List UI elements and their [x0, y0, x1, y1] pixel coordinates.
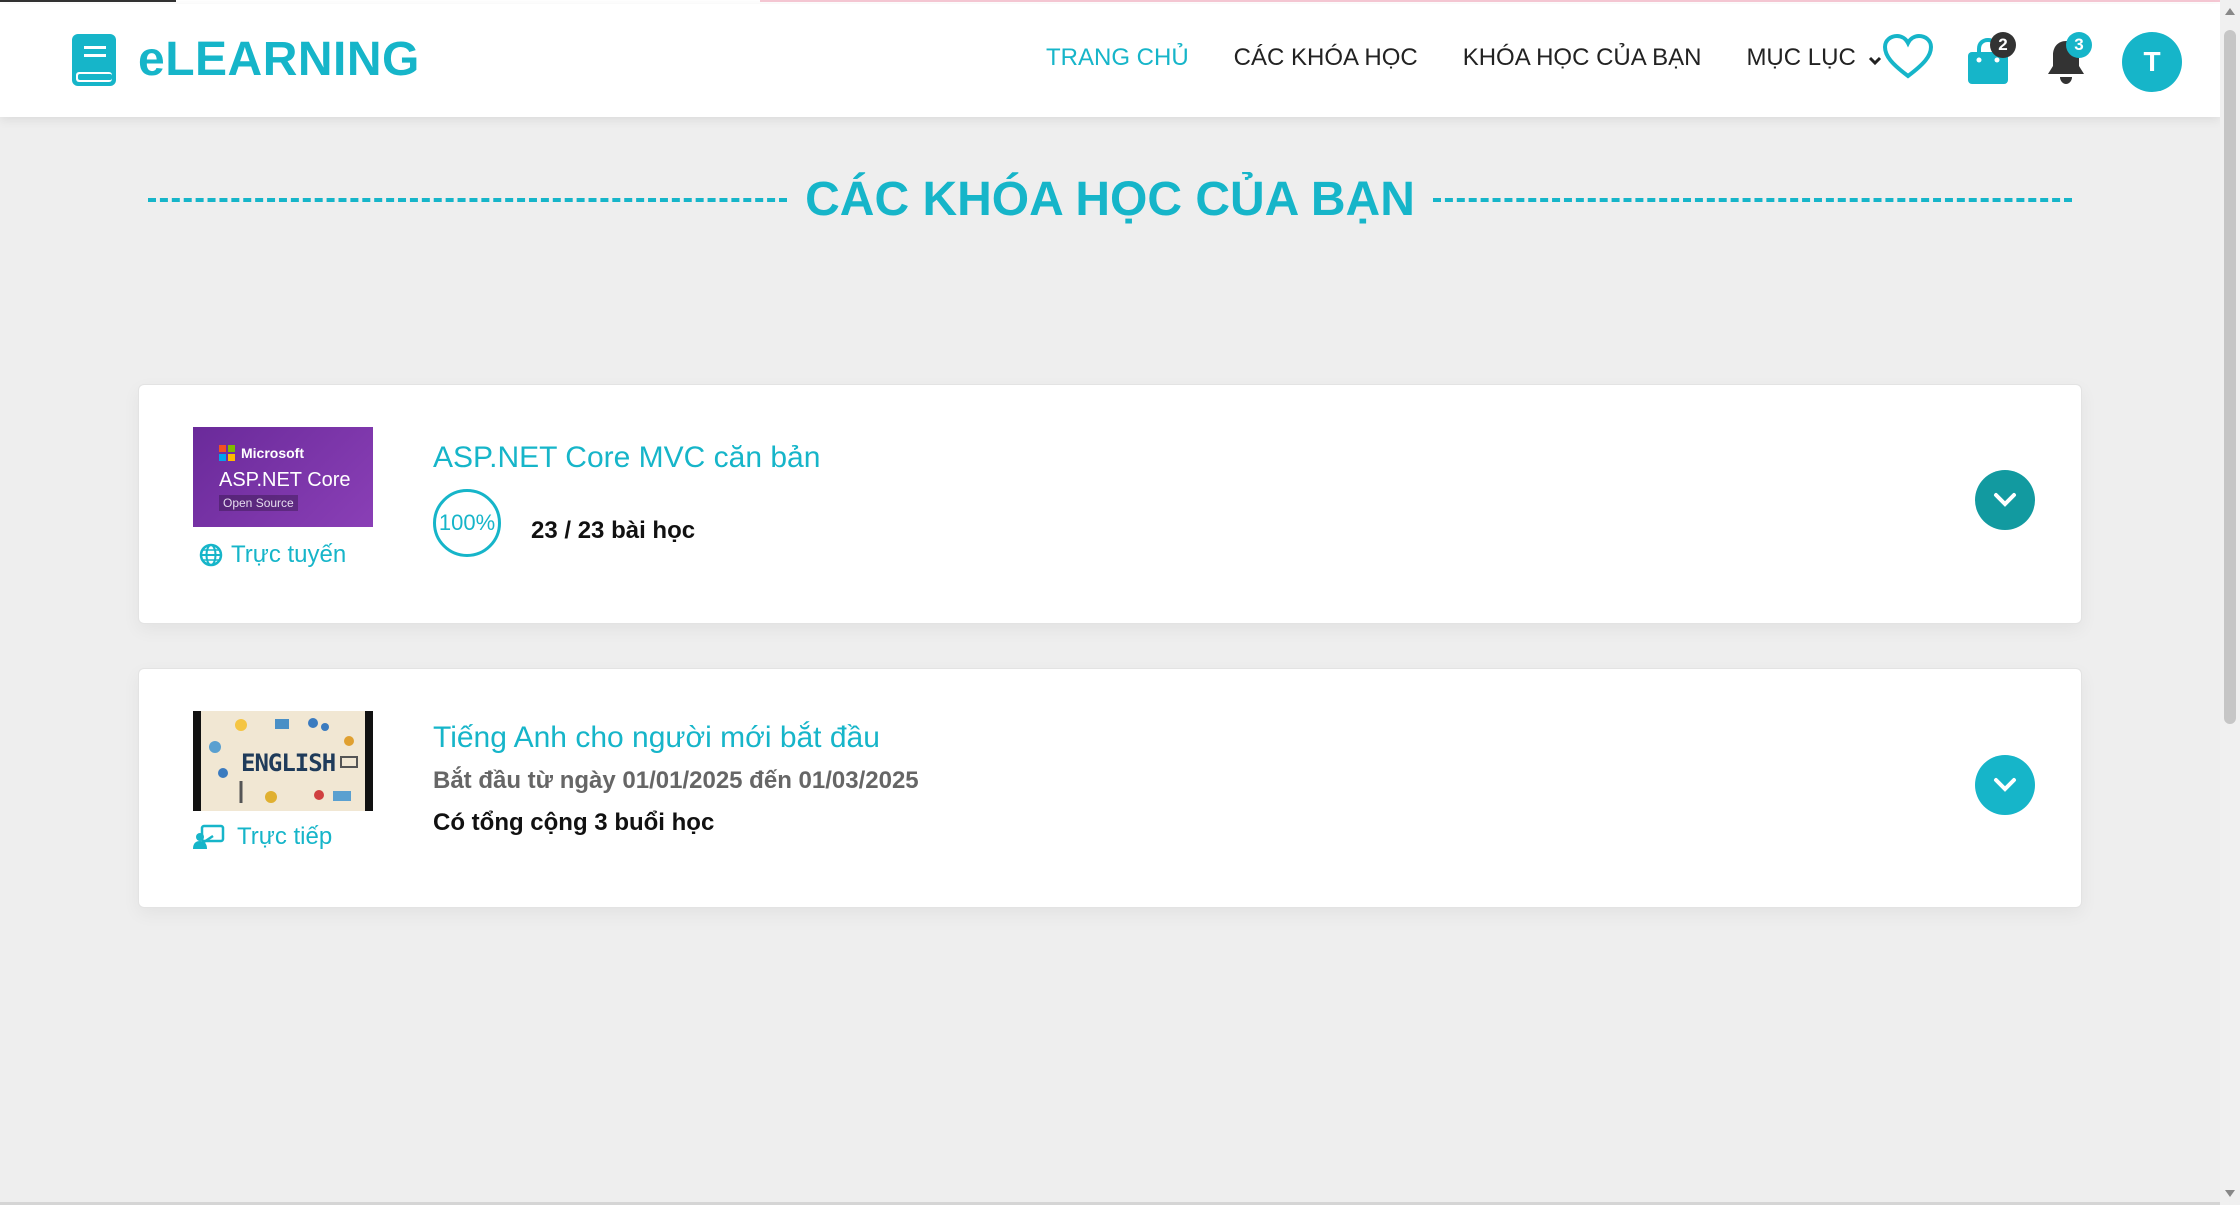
scrollbar-thumb[interactable] — [2224, 30, 2236, 724]
course-mode: Trực tiếp — [193, 823, 332, 851]
page-title-text: CÁC KHÓA HỌC CỦA BẠN — [805, 173, 1415, 226]
chevron-down-icon — [1994, 493, 2016, 507]
microsoft-logo: Microsoft — [219, 445, 304, 461]
heart-icon — [1882, 33, 1934, 79]
site-header: eLEARNING TRANG CHỦ CÁC KHÓA HỌC KHÓA HỌ… — [0, 4, 2220, 117]
avatar[interactable]: T — [2122, 32, 2182, 92]
nav-item-my-courses[interactable]: KHÓA HỌC CỦA BẠN — [1463, 44, 1702, 72]
thumb-brand: Microsoft — [241, 445, 304, 461]
lessons-count-suffix: bài học — [611, 517, 696, 544]
title-dash-left — [148, 197, 788, 202]
page-title: CÁC KHÓA HỌC CỦA BẠN — [148, 172, 2072, 227]
title-dash-right — [1432, 197, 2072, 202]
progress-ring: 100% — [433, 489, 501, 557]
scroll-up-icon[interactable] — [2225, 8, 2235, 15]
lessons-count-value: 23 / 23 — [531, 517, 605, 544]
course-card[interactable]: ENGLISH Trực tiếp Tiếng Anh cho người mớ… — [138, 668, 2082, 908]
course-mode-label: Trực tuyến — [231, 541, 347, 568]
nav-item-courses[interactable]: CÁC KHÓA HỌC — [1234, 44, 1418, 72]
nav-item-catalog-label: MỤC LỤC — [1746, 44, 1856, 71]
main-nav: TRANG CHỦ CÁC KHÓA HỌC KHÓA HỌC CỦA BẠN … — [1046, 44, 1927, 73]
notification-count-badge: 3 — [2066, 32, 2092, 58]
course-mode: Trực tuyến — [199, 541, 346, 569]
expand-button[interactable] — [1975, 470, 2035, 530]
course-thumbnail[interactable]: ENGLISH — [193, 711, 373, 811]
course-mode-label: Trực tiếp — [237, 823, 333, 850]
course-dates: Bắt đầu từ ngày 01/01/2025 đến 01/03/202… — [433, 767, 919, 794]
brand-name: eLEARNING — [138, 33, 420, 86]
course-title[interactable]: ASP.NET Core MVC căn bản — [433, 441, 820, 475]
cart-count-badge: 2 — [1990, 32, 2016, 58]
nav-item-home[interactable]: TRANG CHỦ — [1046, 44, 1189, 72]
cart-button[interactable]: 2 — [1966, 32, 2016, 88]
chevron-down-icon — [1994, 778, 2016, 792]
lessons-count: 23 / 23 bài học — [531, 517, 695, 545]
course-sessions: Có tổng cộng 3 buổi học — [433, 809, 715, 836]
expand-button[interactable] — [1975, 755, 2035, 815]
nav-item-catalog[interactable]: MỤC LỤC — [1746, 44, 1881, 73]
chevron-down-icon — [1868, 45, 1882, 73]
notifications-button[interactable]: 3 — [2046, 32, 2094, 88]
thumb-product: ASP.NET Core — [219, 469, 351, 491]
brand-logo[interactable]: eLEARNING — [72, 32, 420, 87]
thumb-word: ENGLISH — [241, 749, 336, 777]
globe-icon — [199, 543, 223, 567]
wishlist-button[interactable] — [1882, 33, 1934, 85]
course-title[interactable]: Tiếng Anh cho người mới bắt đầu — [433, 721, 880, 755]
thumb-tagline: Open Source — [219, 495, 298, 511]
scroll-down-icon[interactable] — [2225, 1190, 2235, 1197]
classroom-icon — [193, 824, 225, 849]
course-thumbnail[interactable]: Microsoft ASP.NET Core Open Source — [193, 427, 373, 527]
course-card[interactable]: Microsoft ASP.NET Core Open Source Trực … — [138, 384, 2082, 624]
vertical-scrollbar[interactable] — [2220, 0, 2240, 1205]
book-icon — [72, 33, 116, 86]
